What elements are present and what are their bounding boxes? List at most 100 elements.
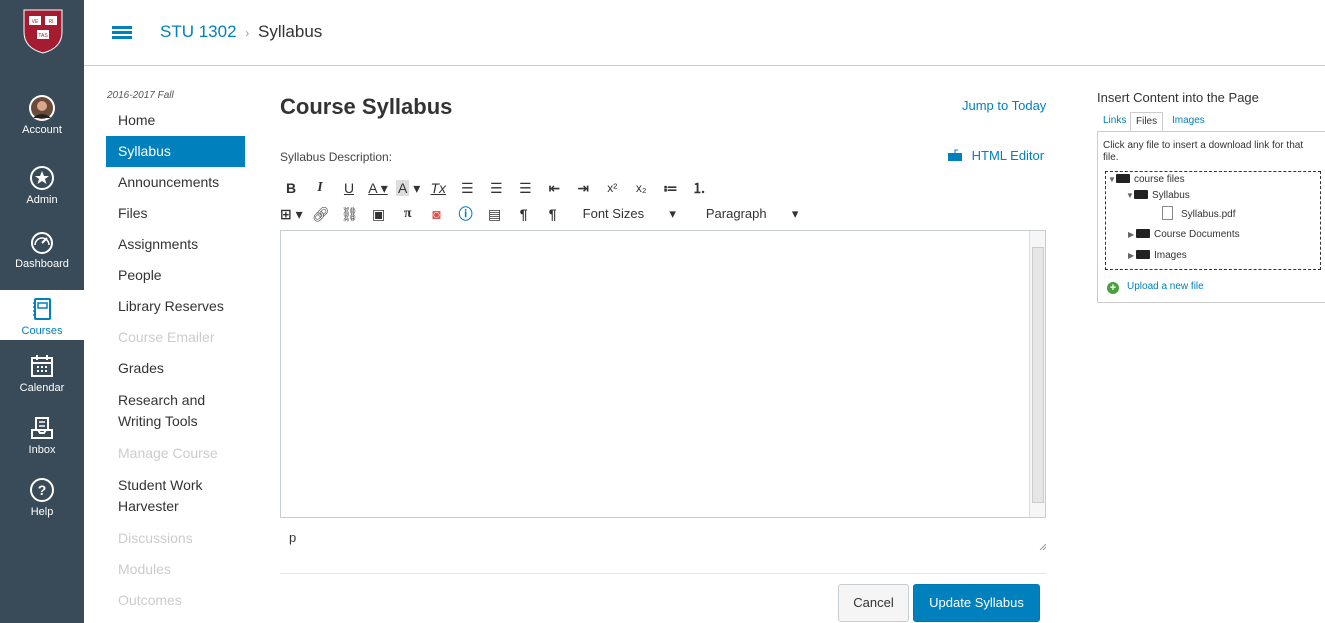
editor-scrollbar-thumb[interactable]	[1032, 247, 1044, 503]
rtl-direction-button[interactable]: ¶	[542, 206, 564, 222]
indent-icon[interactable]: ⇥	[572, 180, 594, 197]
underline-button[interactable]: U	[338, 180, 360, 196]
bullet-list-icon[interactable]: ≔	[659, 180, 681, 197]
divider	[280, 573, 1046, 574]
course-nav-library-reserves[interactable]: Library Reserves	[106, 291, 246, 322]
nav-help[interactable]: ? Help	[0, 476, 84, 518]
upload-new-file-link[interactable]: + Upload a new file	[1107, 281, 1204, 294]
course-nav-assignments[interactable]: Assignments	[106, 229, 246, 260]
course-nav-manage-course[interactable]: Manage Course	[106, 438, 246, 469]
tab-images[interactable]: Images	[1167, 112, 1210, 132]
media-icon[interactable]: ◙	[426, 206, 448, 222]
nav-account[interactable]: Account	[0, 94, 84, 136]
tree-node-images[interactable]: ▶ Images	[1128, 250, 1187, 261]
html-editor-link[interactable]: HTML Editor	[948, 148, 1044, 163]
tab-links[interactable]: Links	[1098, 112, 1131, 132]
embed-icon[interactable]: ▤	[484, 206, 506, 223]
breadcrumb-course-link[interactable]: STU 1302	[160, 22, 237, 41]
collapsed-triangle-icon[interactable]: ▶	[1128, 251, 1136, 260]
hamburger-menu-icon[interactable]	[112, 26, 132, 40]
table-icon[interactable]: ⊞ ▾	[280, 206, 303, 223]
align-right-icon[interactable]: ☰	[514, 180, 536, 197]
course-nav-syllabus[interactable]: Syllabus	[106, 136, 245, 167]
course-nav-files[interactable]: Files	[106, 198, 246, 229]
course-nav-discussions[interactable]: Discussions	[106, 523, 246, 554]
collapsed-triangle-icon[interactable]: ▶	[1128, 230, 1136, 239]
account-avatar-icon	[29, 95, 55, 121]
harvard-shield-logo[interactable]: VE RI TAS	[22, 8, 64, 54]
nav-admin[interactable]: Admin	[0, 164, 84, 206]
nav-courses[interactable]: Courses	[0, 290, 84, 340]
course-nav-student-work-harvester[interactable]: Student Work Harvester	[106, 469, 246, 523]
unlink-icon[interactable]: ⛓︎	[339, 206, 361, 223]
breadcrumb-current: Syllabus	[258, 22, 323, 41]
update-syllabus-button[interactable]: Update Syllabus	[913, 584, 1040, 622]
text-color-label: A	[368, 179, 377, 196]
svg-text:TAS: TAS	[38, 33, 48, 39]
speedometer-icon	[31, 232, 53, 254]
tree-node-syllabus-pdf[interactable]: Syllabus.pdf	[1162, 206, 1235, 220]
equation-button[interactable]: π	[397, 206, 419, 222]
info-icon[interactable]: ⓘ	[455, 204, 477, 224]
paragraph-label: Paragraph	[705, 206, 767, 221]
syllabus-description-label: Syllabus Description:	[280, 150, 393, 164]
subscript-button[interactable]: x₂	[630, 181, 652, 195]
cancel-button[interactable]: Cancel	[838, 584, 909, 622]
course-nav-modules[interactable]: Modules	[106, 554, 246, 585]
tree-node-syllabus-folder[interactable]: ▼ Syllabus	[1126, 190, 1190, 201]
file-icon	[1162, 206, 1173, 220]
nav-dashboard[interactable]: Dashboard	[0, 228, 84, 270]
font-sizes-select[interactable]: Font Sizes ▾	[583, 206, 676, 222]
background-color-button[interactable]: A ▾	[396, 179, 420, 197]
inbox-icon	[31, 417, 53, 439]
tree-node-course-documents[interactable]: ▶ Course Documents	[1128, 229, 1240, 240]
files-panel: Click any file to insert a download link…	[1097, 131, 1325, 303]
term-label: 2016-2017 Fall	[107, 90, 174, 101]
background-color-label: A	[396, 179, 410, 196]
course-nav-outcomes[interactable]: Outcomes	[106, 585, 246, 616]
course-nav-home[interactable]: Home	[106, 105, 246, 136]
ltr-direction-button[interactable]: ¶	[513, 206, 535, 222]
course-nav-grades[interactable]: Grades	[106, 353, 246, 384]
outdent-icon[interactable]: ⇤	[543, 180, 565, 197]
superscript-button[interactable]: x²	[601, 181, 623, 195]
nav-courses-label: Courses	[21, 325, 63, 337]
rich-text-editor[interactable]	[280, 230, 1046, 518]
tree-node-course-files[interactable]: ▼ course files	[1108, 174, 1185, 185]
global-nav: VE RI TAS Account Admin Dashboard Course…	[0, 0, 84, 623]
paragraph-select[interactable]: Paragraph ▾	[706, 206, 799, 222]
tree-label-course-files: course files	[1134, 174, 1185, 185]
keyboard-icon	[948, 149, 962, 161]
text-color-button[interactable]: A ▾	[367, 180, 389, 197]
course-nav-announcements[interactable]: Announcements	[106, 167, 246, 198]
link-icon[interactable]: 🔗︎	[310, 206, 332, 223]
nav-inbox[interactable]: Inbox	[0, 414, 84, 456]
italic-button[interactable]: I	[309, 180, 331, 196]
font-sizes-label: Font Sizes	[582, 206, 645, 221]
align-left-icon[interactable]: ☰	[456, 180, 478, 197]
align-center-icon[interactable]: ☰	[485, 180, 507, 197]
clear-formatting-button[interactable]: Tx	[427, 180, 449, 196]
course-nav-course-emailer[interactable]: Course Emailer	[106, 322, 246, 353]
nav-calendar[interactable]: Calendar	[0, 352, 84, 394]
svg-text:RI: RI	[49, 19, 54, 25]
expanded-triangle-icon[interactable]: ▼	[1126, 191, 1134, 200]
image-icon[interactable]: ▣	[368, 206, 390, 223]
jump-to-today-link[interactable]: Jump to Today	[962, 98, 1046, 113]
expanded-triangle-icon[interactable]: ▼	[1108, 175, 1116, 184]
book-icon	[33, 298, 51, 320]
nav-calendar-label: Calendar	[19, 382, 65, 394]
bold-button[interactable]: B	[280, 180, 302, 196]
add-icon: +	[1107, 282, 1119, 294]
course-nav-research-tools[interactable]: Research and Writing Tools	[106, 384, 246, 438]
editor-path-indicator: p	[289, 530, 297, 545]
folder-icon	[1116, 174, 1130, 183]
svg-text:VE: VE	[32, 19, 39, 25]
resize-handle-icon[interactable]	[1038, 542, 1046, 550]
course-nav-people[interactable]: People	[106, 260, 246, 291]
tree-label-syllabus-pdf: Syllabus.pdf	[1181, 209, 1236, 220]
tab-files[interactable]: Files	[1130, 112, 1164, 132]
numbered-list-icon[interactable]: ⒈	[688, 178, 710, 198]
canvas-app: VE RI TAS Account Admin Dashboard Course…	[0, 0, 1325, 623]
editor-scrollbar[interactable]	[1029, 231, 1045, 517]
